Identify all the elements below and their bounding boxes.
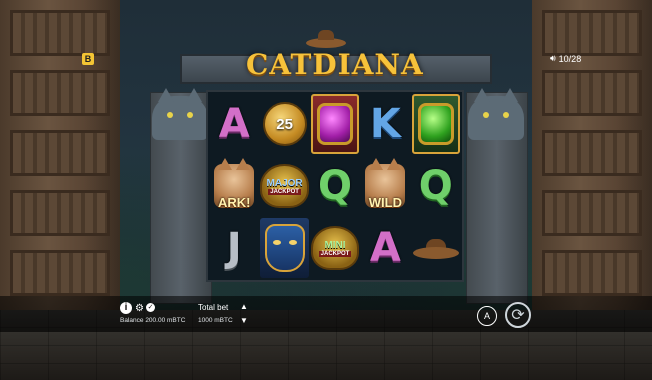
letter-a-symbol: A	[369, 225, 401, 271]
bet-decrease-button[interactable]: ▼	[240, 316, 248, 325]
letter-q-symbol: Q	[317, 163, 352, 209]
wild-label: WILD	[368, 195, 402, 210]
left-cat-statue	[152, 88, 208, 140]
spin-button[interactable]: ⟳	[505, 302, 531, 328]
total-bet-value: 1000 mBTC	[198, 317, 233, 324]
letter-j-symbol: J	[226, 225, 242, 271]
jackpot-name: MAJOR	[266, 177, 303, 189]
reel-1-row-2-symbol: ARK!	[210, 156, 258, 216]
reel-grid: A 25 K ARK! MAJOR JACKPOT Q WILD Q J MINI JACKPOT A	[206, 90, 464, 282]
total-bet-label: Total bet	[198, 303, 229, 312]
jackpot-sub: JACKPOT	[268, 188, 301, 195]
check-icon[interactable]: ✓	[146, 303, 155, 312]
reel-4-row-1-symbol: K	[361, 94, 409, 154]
reel-2-row-3-symbol	[260, 218, 309, 278]
right-carved-pillar	[532, 0, 652, 320]
reel-4-row-2-symbol: WILD	[361, 156, 409, 216]
reel-3-row-1-symbol	[310, 94, 360, 154]
jackpot-sub: JACKPOT	[318, 250, 352, 257]
right-cat-statue	[468, 88, 524, 140]
provider-badge[interactable]: B	[82, 53, 94, 65]
autoplay-button[interactable]: A	[477, 306, 497, 326]
ark-label: ARK!	[217, 195, 251, 210]
reel-3-row-2-symbol: Q	[311, 156, 359, 216]
speaker-icon[interactable]: 🔊︎	[550, 53, 556, 64]
purple-gem-symbol	[316, 103, 353, 145]
green-gem-symbol	[417, 103, 454, 145]
sound-control[interactable]: 🔊︎ 10/28	[550, 53, 581, 64]
info-icon[interactable]: i	[120, 302, 132, 314]
reel-5-row-1-symbol	[411, 94, 460, 154]
hat-symbol	[412, 235, 459, 261]
gear-icon[interactable]: ⚙	[135, 303, 144, 314]
bottom-bar	[0, 296, 652, 332]
mask-symbol	[264, 224, 305, 272]
bet-increase-button[interactable]: ▲	[240, 302, 248, 311]
balance-value: 200.00 mBTC	[145, 317, 186, 324]
reel-4-row-3-symbol: A	[361, 218, 409, 278]
major-jackpot-symbol: MAJOR JACKPOT	[260, 164, 309, 208]
mini-jackpot-symbol: MINI JACKPOT	[310, 226, 360, 270]
coin-symbol: 25	[262, 102, 307, 146]
balance-label: Balance	[120, 317, 144, 324]
spin-arrows-icon[interactable]: ⟳	[511, 305, 524, 325]
counter-text: 10/28	[558, 53, 582, 64]
letter-q-symbol: Q	[418, 163, 453, 209]
game-stage: CATDIANA A 25 K ARK! MAJOR JACKPOT Q WILD Q J MINI…	[0, 0, 652, 380]
reel-5-row-2-symbol: Q	[412, 156, 460, 216]
left-carved-pillar	[0, 0, 120, 320]
letter-k-symbol: K	[369, 101, 401, 147]
reel-2-row-2-symbol: MAJOR JACKPOT	[260, 156, 309, 216]
jackpot-name: MINI	[324, 239, 346, 251]
game-logo: CATDIANA	[246, 48, 424, 81]
reel-2-row-1-symbol: 25	[260, 94, 308, 154]
reel-3-row-3-symbol: MINI JACKPOT	[310, 218, 360, 278]
balance-readout: Balance 200.00 mBTC	[120, 317, 185, 324]
reel-1-row-1-symbol: A	[210, 94, 258, 154]
reel-1-row-3-symbol: J	[210, 218, 258, 278]
letter-a-symbol: A	[218, 101, 250, 147]
reel-5-row-3-symbol	[412, 218, 460, 278]
